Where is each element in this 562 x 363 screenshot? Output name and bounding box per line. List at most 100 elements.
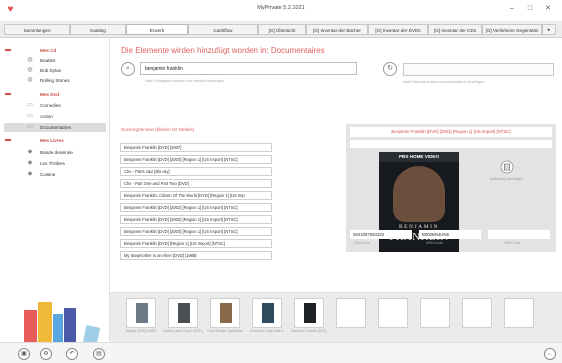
recent-item-label: Chris Stewart: Manhattan [207, 329, 243, 333]
recent-item[interactable] [210, 298, 240, 328]
tab-katalog[interactable]: Katalog [70, 24, 126, 35]
recent-thumbnail [304, 303, 316, 323]
book-icon: ◆ [27, 149, 33, 155]
tree-item-bob-dylan[interactable]: ◍ Bob Dylan [4, 66, 106, 75]
tab-book-inventory[interactable]: [G] Inventar der Bücher [306, 24, 368, 35]
keyword-search-hint: Nach Schlagwort suchen und manuell hinzu… [145, 79, 224, 83]
barcode-input[interactable] [403, 63, 554, 76]
export-button[interactable]: ▤ [93, 348, 105, 360]
disc-icon: ◍ [27, 77, 33, 83]
results-label: Suchergebnisse (klicken für Details) [121, 127, 195, 132]
film-reel-icon [500, 160, 514, 174]
minimize-button[interactable]: – [506, 3, 518, 15]
tree-item-cuisine[interactable]: ◆ Cuisine [4, 170, 106, 179]
tab-scroll-button[interactable]: ▸ [542, 24, 556, 35]
tab-dvd-inventory[interactable]: [G] Inventar der DVDs [368, 24, 428, 35]
recent-slot-empty [504, 298, 534, 328]
isbn-code-label: ISBN-Code [504, 241, 521, 245]
folder-icon: ▬ [5, 91, 11, 97]
tree-item-documentaires[interactable]: ▭ Documentaires [4, 123, 106, 132]
detail-subtitle-field [350, 140, 552, 148]
tree-item-mes-livres[interactable]: ▬ Mes Livres [4, 136, 106, 145]
result-item[interactable]: Benjamin Franklin [DVD] [2002] [Region 1… [120, 203, 272, 212]
recent-thumbnail [220, 303, 232, 323]
tree-item-mes-cd[interactable]: ▬ Mes Cd [4, 46, 106, 55]
tree-item-comedies[interactable]: ▭ Comedies [4, 101, 106, 110]
cover-publisher: PBS HOME VIDEO [379, 152, 459, 162]
film-icon: ▭ [27, 113, 33, 119]
ean-code-value: 0841887050333 [350, 230, 412, 239]
back-button[interactable]: ← [544, 348, 556, 360]
tab-overview[interactable]: [G] Übersicht [258, 24, 306, 35]
disc-icon: ◍ [27, 57, 33, 63]
film-icon: ▭ [27, 102, 33, 108]
refresh-icon: ↻ [387, 65, 393, 72]
document-icon: ▤ [96, 351, 102, 357]
close-button[interactable]: ✕ [542, 3, 554, 15]
cover-portrait [393, 166, 445, 222]
recent-item[interactable] [252, 298, 282, 328]
recent-item[interactable] [168, 298, 198, 328]
result-item[interactable]: My Stepmother Is an Alien [DVD] [1988] [120, 251, 272, 260]
tree-item-rolling-stones[interactable]: ◍ Rolling Stones [4, 76, 106, 85]
tab-cd-inventory[interactable]: [G] Inventar der CDs [428, 24, 482, 35]
result-item[interactable]: Benjamin Franklin [DVD] [2003] [Region 1… [120, 227, 272, 236]
recent-items-strip: Sparkle [DVD] [1982] Martin Luther King … [110, 292, 562, 342]
ean-code-label: EAN-Code [354, 241, 370, 245]
result-item[interactable]: Benjamin Franklin [DVD] [2002] [Region 1… [120, 215, 272, 224]
recent-item-label: Benjamin Franklin [DVD] [291, 329, 327, 333]
arrow-left-icon: ← [547, 351, 553, 357]
barcode-search-button[interactable]: ↻ [383, 62, 397, 76]
recent-item-label: Sparkle [DVD] [1982] [126, 329, 156, 333]
maximize-button[interactable]: □ [524, 3, 536, 15]
asin-code-label: ASIN-Code [426, 241, 443, 245]
tab-loaned-items[interactable]: [G] Verliehene Gegenstän [482, 24, 542, 35]
tree-item-beatles[interactable]: ◍ Beatles [4, 56, 106, 65]
chevron-right-icon: ▸ [547, 27, 551, 33]
result-item[interactable]: Che - Parts 1&2 [Blu-ray] [120, 167, 272, 176]
barcode-search-hint: Nach Barcode suchen und automatisch hinz… [403, 80, 485, 84]
recent-slot-empty [336, 298, 366, 328]
search-button[interactable]: ⌕ [121, 62, 135, 76]
recent-slot-empty [462, 298, 492, 328]
tab-sammlungen[interactable]: Sammlungen [4, 24, 70, 35]
recent-item[interactable] [126, 298, 156, 328]
save-button[interactable]: ▣ [18, 348, 30, 360]
page-title: Die Elemente wirden hinzufügt worden in:… [121, 46, 325, 55]
folder-icon: ▬ [5, 47, 11, 53]
result-item[interactable]: Benjamin Franklin [DVD] [Region 1] [US I… [120, 239, 272, 248]
tab-cashflow[interactable]: Cashflow [188, 24, 258, 35]
undo-icon: ↶ [69, 351, 75, 357]
recent-item[interactable] [294, 298, 324, 328]
sidebar: ▬ Mes Cd ◍ Beatles ◍ Bob Dylan ◍ Rolling… [0, 38, 110, 363]
tree-item-les-thrillers[interactable]: ◆ Les Thrillers [4, 159, 106, 168]
result-item[interactable]: Benjamin Franklin: Citizen Of The World … [120, 191, 272, 200]
recent-thumbnail [178, 303, 190, 323]
recent-item-label: Elemente: Long Walk to [250, 329, 284, 333]
bottom-toolbar: ▣ ⚙ ↶ ▤ ← [0, 342, 562, 363]
keyword-search-input[interactable] [140, 62, 357, 75]
recent-slot-empty [420, 298, 450, 328]
recent-slot-empty [378, 298, 408, 328]
tab-erwerb[interactable]: Erwerb [126, 24, 188, 35]
detail-title: Benjamin Franklin [DVD] [2003] [Region 1… [350, 127, 552, 137]
add-performance-button[interactable] [500, 160, 514, 174]
result-item[interactable]: Che - Part One and Part Two [DVD] [120, 179, 272, 188]
title-bar: ♥ MyPrivate 5.2.1021 – □ ✕ [0, 0, 562, 21]
disk-icon: ▣ [21, 351, 27, 357]
tab-bar: Sammlungen Katalog Erwerb Cashflow [G] Ü… [0, 21, 562, 38]
tree-item-action[interactable]: ▭ Action [4, 112, 106, 121]
tree-item-bande-dessinee[interactable]: ◆ Bande dessinée [4, 148, 106, 157]
search-icon: ⌕ [126, 65, 130, 72]
undo-button[interactable]: ↶ [66, 348, 78, 360]
film-icon: ▭ [27, 124, 33, 130]
result-item[interactable]: Benjamin Franklin [DVD] [2007] [120, 143, 272, 152]
folder-icon: ▬ [5, 137, 11, 143]
settings-button[interactable]: ⚙ [40, 348, 52, 360]
book-icon: ◆ [27, 171, 33, 177]
disc-icon: ◍ [27, 67, 33, 73]
result-item[interactable]: Benjamin Franklin [DVD] [2003] [Region 1… [120, 155, 272, 164]
recent-thumbnail [262, 303, 274, 323]
recent-item-label: Martin Luther King Jr [DVD] [163, 329, 203, 333]
tree-item-mes-dvd[interactable]: ▬ Mes Dvd [4, 90, 106, 99]
